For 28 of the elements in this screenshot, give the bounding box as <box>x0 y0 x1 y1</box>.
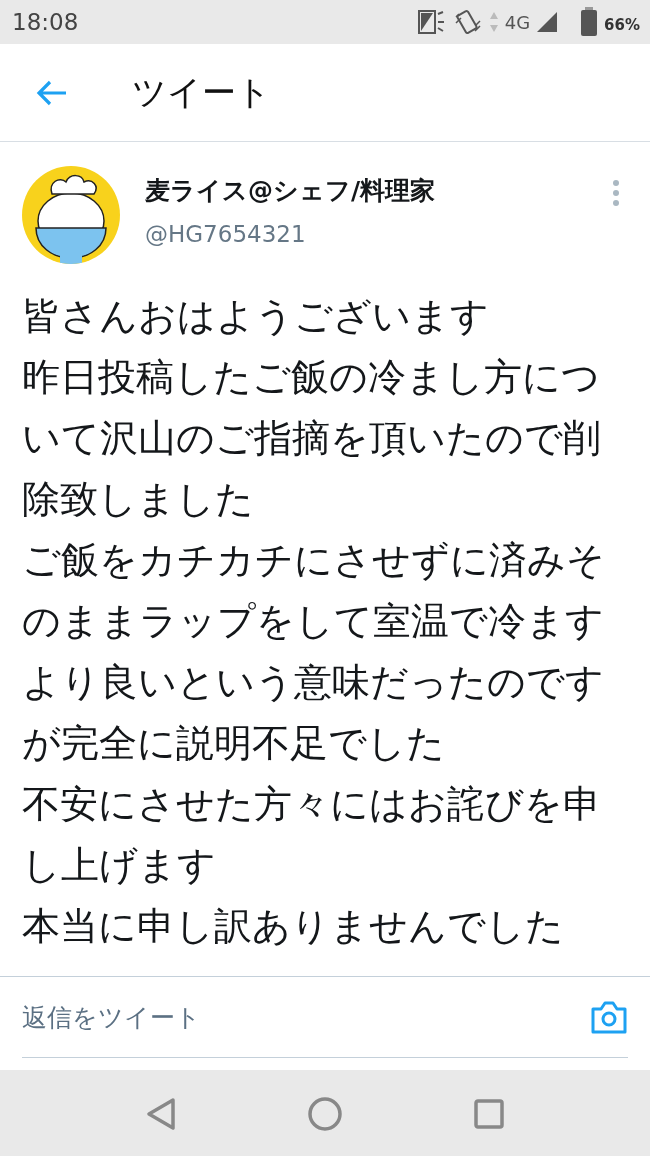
network-type: 4G <box>504 11 531 33</box>
signal-icon <box>536 11 559 33</box>
tweet-text-line: 昨日投稿したご飯の冷まし方につ <box>22 354 601 401</box>
camera-icon[interactable] <box>590 999 628 1035</box>
tweet-text-line: いて沢山のご指摘を頂いたので削 <box>22 415 602 462</box>
user-handle[interactable]: @HG7654321 <box>145 221 436 247</box>
data-arrows-icon <box>488 10 499 34</box>
user-name[interactable]: 麦ライス@シェフ/料理家 <box>145 174 436 207</box>
tweet-text-line: 本当に申し訳ありませんでした <box>22 903 565 950</box>
clock: 18:08 <box>12 9 79 35</box>
tweet-text-line: 除致しました <box>22 476 255 523</box>
reply-field[interactable]: 返信をツイート <box>22 1002 590 1032</box>
tweet-text-line: ご飯をカチカチにさせずに済みそ <box>22 537 606 584</box>
tweet-text-line: 皆さんおはようございます <box>22 293 490 340</box>
battery-percent: 66% <box>604 16 640 34</box>
tweet-text-line: が完全に説明不足でした <box>22 720 446 767</box>
tweet-text-line: 不安にさせた方々にはお詫びを申 <box>22 781 602 828</box>
tweet-text-line: し上げます <box>22 842 217 889</box>
recents-nav-icon[interactable] <box>474 1099 505 1129</box>
more-options-icon[interactable] <box>612 180 620 206</box>
back-arrow-icon <box>36 78 68 107</box>
phone-icon <box>416 9 447 35</box>
tweet-text-line: より良いという意味だったのです <box>22 659 605 706</box>
back-nav-icon[interactable] <box>145 1097 176 1131</box>
battery-icon <box>580 7 599 37</box>
home-nav-icon[interactable] <box>307 1096 343 1132</box>
page-title: ツイート <box>132 70 271 114</box>
tweet-text-line: のままラップをして室温で冷ます <box>22 598 605 645</box>
